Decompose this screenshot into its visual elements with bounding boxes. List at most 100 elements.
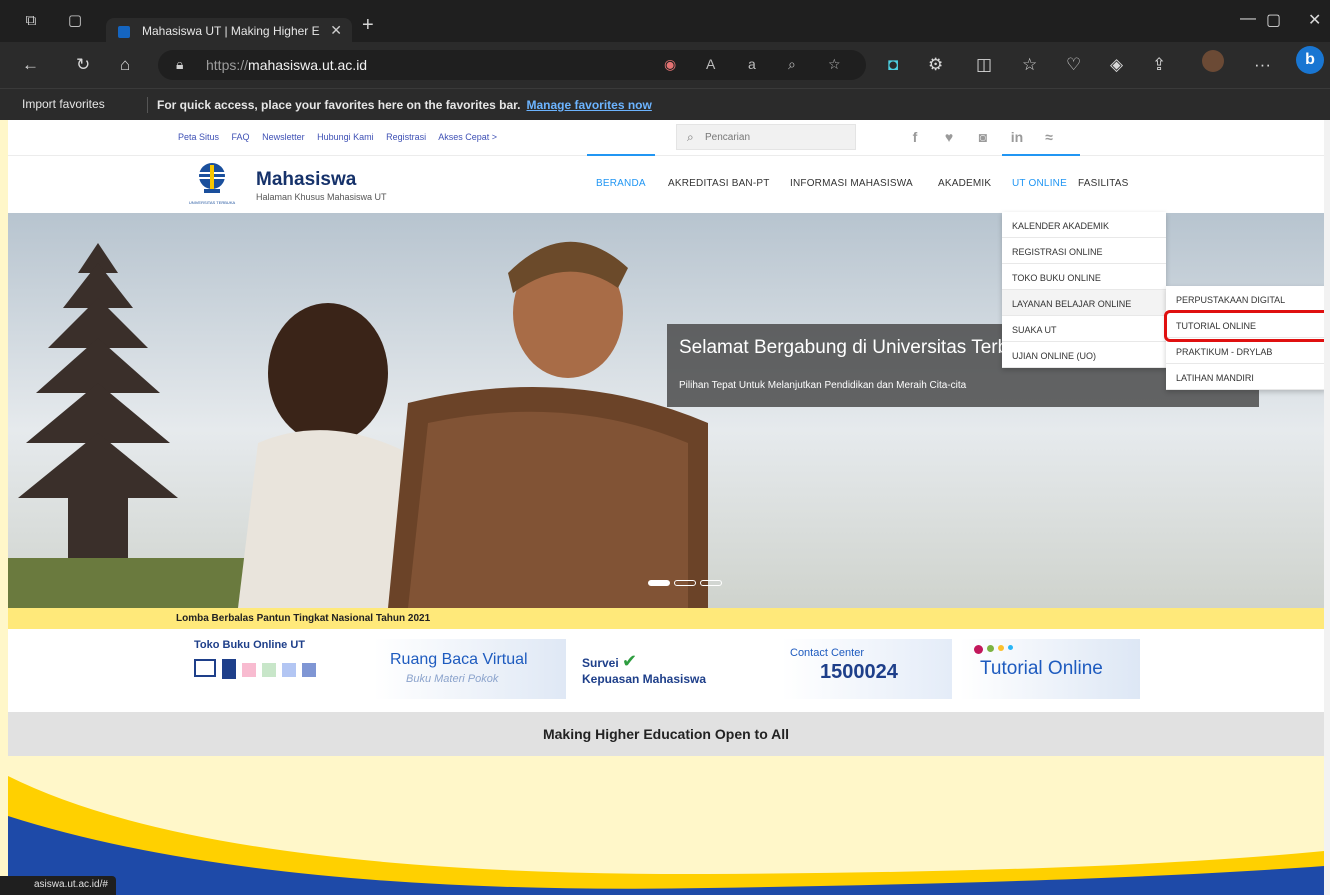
top-utility-bar: Peta Situs FAQ Newsletter Hubungi Kami R…: [8, 120, 1324, 156]
share-icon[interactable]: ⇪: [1152, 55, 1166, 75]
browser-essentials-icon[interactable]: ♡: [1066, 55, 1081, 75]
lock-icon[interactable]: 🔒︎: [176, 56, 183, 73]
tracking-prevention-icon[interactable]: ◉: [664, 56, 676, 73]
dropdown-suaka-ut[interactable]: SUAKA UT: [1002, 316, 1166, 342]
link-akses-cepat[interactable]: Akses Cepat >: [438, 132, 497, 142]
webpage: Peta Situs FAQ Newsletter Hubungi Kami R…: [8, 120, 1324, 895]
slider-dot-active[interactable]: [648, 580, 670, 586]
browser-tab[interactable]: Mahasiswa UT | Making Higher E ✕: [106, 18, 352, 44]
search-icon: ⌕: [687, 130, 694, 144]
split-screen-icon[interactable]: ◫: [976, 55, 992, 75]
favorite-star-icon[interactable]: ☆: [828, 56, 841, 73]
banner-ruang-subtitle: Buku Materi Pokok: [406, 673, 499, 685]
news-ticker-text[interactable]: Lomba Berbalas Pantun Tingkat Nasional T…: [176, 613, 430, 624]
banner-tutorial-online[interactable]: Tutorial Online: [960, 639, 1140, 699]
quick-banners: Toko Buku Online UT Ruang Baca Virtual B…: [8, 629, 1324, 712]
ut-online-dropdown: KALENDER AKADEMIK REGISTRASI ONLINE TOKO…: [1002, 212, 1166, 368]
check-icon: ✔: [622, 651, 638, 671]
top-links: Peta Situs FAQ Newsletter Hubungi Kami R…: [178, 132, 507, 142]
more-options-icon[interactable]: ···: [1254, 55, 1271, 75]
rss-icon[interactable]: ≈: [1038, 126, 1060, 148]
favorites-divider: [147, 97, 148, 113]
import-favorites-button[interactable]: Import favorites: [22, 97, 105, 111]
dropdown-kalender-akademik[interactable]: KALENDER AKADEMIK: [1002, 212, 1166, 238]
maximize-icon[interactable]: ▢: [1266, 10, 1281, 30]
tab-actions-icon[interactable]: ▢: [66, 12, 84, 30]
menu-ut-online[interactable]: UT ONLINE: [1012, 178, 1067, 189]
refresh-icon[interactable]: ↻: [76, 55, 90, 75]
menu-active-indicator: [587, 154, 655, 156]
facebook-icon[interactable]: f: [904, 126, 926, 148]
banner-contact-center[interactable]: Contact Center 1500024: [782, 639, 952, 699]
menu-informasi-mahasiswa[interactable]: INFORMASI MAHASISWA: [790, 178, 913, 189]
menu-beranda[interactable]: BERANDA: [596, 178, 646, 189]
dropdown-ujian-online[interactable]: UJIAN ONLINE (UO): [1002, 342, 1166, 368]
close-tab-icon[interactable]: ✕: [330, 22, 342, 39]
tagline-bar: Making Higher Education Open to All: [8, 712, 1324, 756]
manage-favorites-link[interactable]: Manage favorites now: [526, 98, 651, 112]
link-hubungi-kami[interactable]: Hubungi Kami: [317, 132, 374, 142]
read-aloud-icon[interactable]: A: [706, 56, 715, 72]
submenu-perpustakaan-digital[interactable]: PERPUSTAKAAN DIGITAL: [1166, 286, 1324, 312]
search-placeholder: Pencarian: [705, 132, 751, 143]
address-bar[interactable]: 🔒︎ https://mahasiswa.ut.ac.id ◉ A a ⌕ ☆: [158, 50, 866, 80]
slider-dot[interactable]: [674, 580, 696, 586]
new-tab-icon[interactable]: +: [362, 14, 374, 37]
logo-caption: UNIVERSITAS TERBUKA: [189, 200, 236, 205]
instagram-icon[interactable]: ◙: [972, 126, 994, 148]
favorites-message: For quick access, place your favorites h…: [157, 98, 652, 112]
banner-survei-line2: Kepuasan Mahasiswa: [582, 672, 707, 686]
close-window-icon[interactable]: ✕: [1308, 10, 1321, 30]
back-icon[interactable]: ←: [22, 55, 39, 75]
workspaces-icon[interactable]: ⧉: [22, 12, 40, 30]
favorites-icon[interactable]: ☆: [1022, 55, 1037, 75]
banner-contact-number: 1500024: [820, 661, 898, 683]
menu-fasilitas[interactable]: FASILITAS: [1078, 178, 1129, 189]
linkedin-icon[interactable]: in: [1006, 126, 1028, 148]
site-header: UNIVERSITAS TERBUKA Mahasiswa Halaman Kh…: [8, 154, 1324, 213]
banner-contact-title: Contact Center: [790, 647, 864, 659]
brand-subtitle: Halaman Khusus Mahasiswa UT: [256, 192, 387, 202]
banner-ruang-title: Ruang Baca Virtual: [390, 651, 528, 668]
menu-akreditasi[interactable]: AKREDITASI BAN-PT: [668, 178, 770, 189]
link-newsletter[interactable]: Newsletter: [262, 132, 305, 142]
minimize-icon[interactable]: —: [1240, 10, 1256, 28]
banner-ruang-baca[interactable]: Ruang Baca Virtual Buku Materi Pokok: [374, 639, 566, 699]
site-favicon-icon: [118, 26, 130, 38]
banner-survei-line1: Survei ✔: [582, 651, 638, 671]
banner-toko-graphic: [194, 659, 374, 679]
highlight-annotation: [1164, 310, 1324, 342]
menu-akademik[interactable]: AKADEMIK: [938, 178, 991, 189]
translate-icon[interactable]: a: [748, 56, 756, 72]
banner-tutorial-title: Tutorial Online: [980, 658, 1103, 679]
ut-logo[interactable]: UNIVERSITAS TERBUKA: [184, 160, 240, 208]
link-registrasi[interactable]: Registrasi: [386, 132, 426, 142]
extensions-icon[interactable]: ⚙: [928, 55, 943, 75]
link-faq[interactable]: FAQ: [232, 132, 250, 142]
page-scrollbar[interactable]: [1324, 120, 1330, 895]
search-input[interactable]: ⌕ Pencarian: [676, 124, 856, 150]
zoom-icon[interactable]: ⌕: [788, 56, 796, 73]
browser-navbar: ← ↻ ⌂ 🔒︎ https://mahasiswa.ut.ac.id ◉ A …: [0, 42, 1330, 88]
dropdown-toko-buku-online[interactable]: TOKO BUKU ONLINE: [1002, 264, 1166, 290]
favorites-bar: Import favorites For quick access, place…: [0, 88, 1330, 120]
profile-avatar[interactable]: [1202, 50, 1224, 72]
footer-wave-decoration: [8, 756, 1324, 895]
banner-toko-buku[interactable]: Toko Buku Online UT: [194, 639, 374, 699]
dropdown-registrasi-online[interactable]: REGISTRASI ONLINE: [1002, 238, 1166, 264]
bing-copilot-icon[interactable]: b: [1296, 46, 1324, 74]
slider-dot[interactable]: [700, 580, 722, 586]
dropdown-layanan-belajar-online[interactable]: LAYANAN BELAJAR ONLINE: [1002, 290, 1166, 316]
link-peta-situs[interactable]: Peta Situs: [178, 132, 219, 142]
brand-title[interactable]: Mahasiswa: [256, 169, 356, 191]
twitter-icon[interactable]: ♥: [938, 126, 960, 148]
collections-icon[interactable]: ◈: [1110, 55, 1123, 75]
menu-hover-indicator: [1002, 154, 1080, 156]
banner-survei[interactable]: Survei ✔ Kepuasan Mahasiswa: [582, 639, 762, 699]
home-icon[interactable]: ⌂: [120, 55, 130, 75]
extension-shield-icon[interactable]: ◘: [888, 55, 898, 75]
tagline-text: Making Higher Education Open to All: [542, 726, 790, 742]
tab-title: Mahasiswa UT | Making Higher E: [142, 24, 320, 38]
submenu-latihan-mandiri[interactable]: LATIHAN MANDIRI: [1166, 364, 1324, 390]
banner-tutorial-dots: [974, 645, 1140, 654]
